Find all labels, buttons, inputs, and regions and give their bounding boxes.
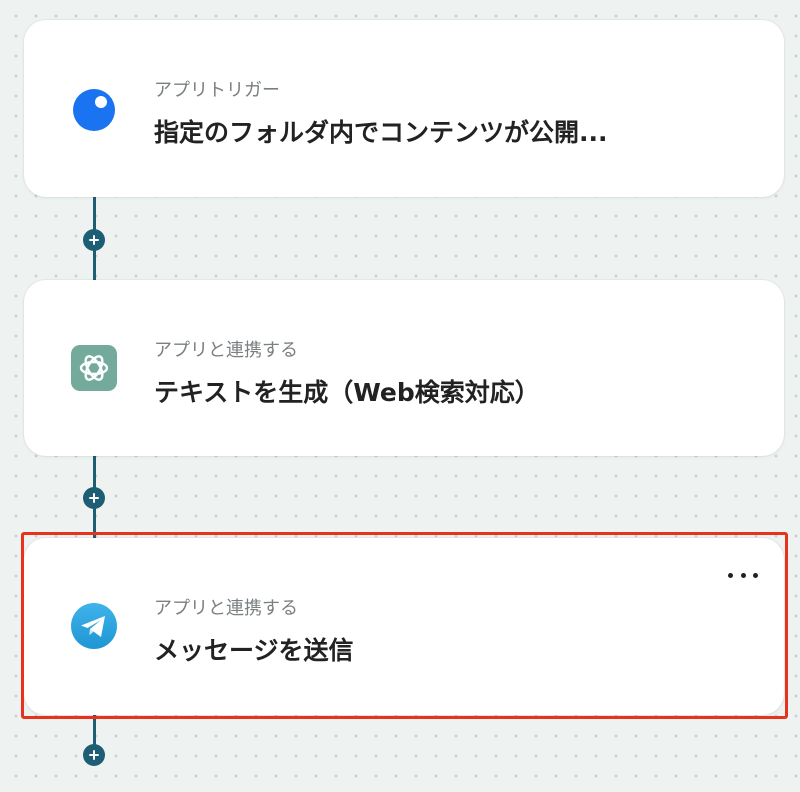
step-title: テキストを生成（Web検索対応） [154, 378, 540, 407]
step-label: アプリと連携する [154, 340, 298, 361]
step-label: アプリと連携する [154, 598, 298, 619]
telegram-icon [70, 602, 118, 650]
add-step-button[interactable] [83, 229, 105, 251]
flow-step-trigger[interactable]: アプリトリガー 指定のフォルダ内でコンテンツが公開... [24, 20, 784, 197]
plus-icon [89, 493, 99, 503]
app-circle-icon [70, 84, 118, 132]
plus-icon [89, 235, 99, 245]
flow-step-send-message[interactable]: アプリと連携する メッセージを送信 [24, 538, 784, 715]
plus-icon [89, 750, 99, 760]
add-step-button[interactable] [83, 744, 105, 766]
step-label: アプリトリガー [154, 80, 280, 101]
add-step-button[interactable] [83, 487, 105, 509]
flow-step-generate-text[interactable]: アプリと連携する テキストを生成（Web検索対応） [24, 280, 784, 456]
openai-icon [70, 344, 118, 392]
step-title: メッセージを送信 [154, 636, 354, 665]
more-options-icon[interactable] [728, 568, 758, 582]
step-title: 指定のフォルダ内でコンテンツが公開... [154, 118, 608, 147]
